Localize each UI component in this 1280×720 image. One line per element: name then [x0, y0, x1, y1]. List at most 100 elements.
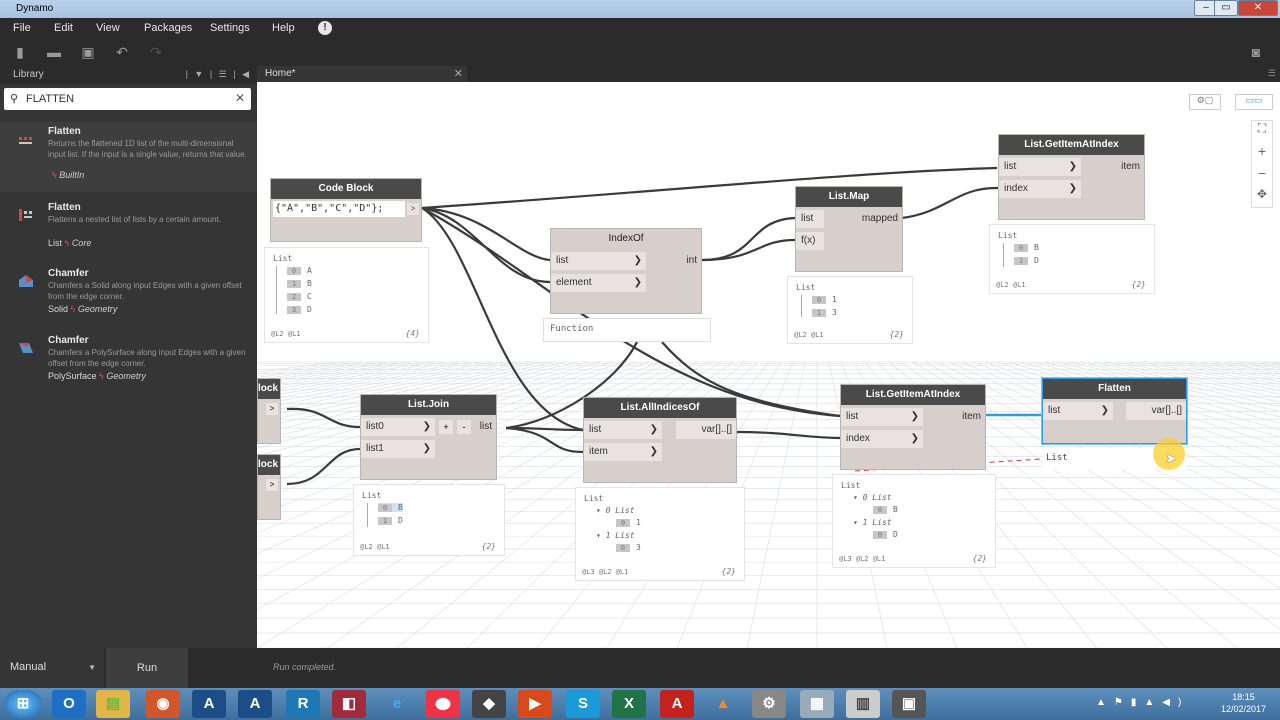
- input-port-list[interactable]: list ❯: [551, 252, 646, 270]
- remove-input-button[interactable]: -: [457, 420, 471, 434]
- app4-icon[interactable]: ▣: [892, 690, 926, 718]
- input-port-index[interactable]: index ❯: [841, 430, 923, 448]
- output-port[interactable]: >: [266, 403, 278, 415]
- redo-icon[interactable]: ↷: [148, 44, 164, 60]
- notification-icon[interactable]: !: [318, 21, 332, 35]
- input-port-element[interactable]: element ❯: [551, 274, 646, 292]
- search-result[interactable]: Flatten Flattens a nested list of lists …: [0, 202, 257, 262]
- app-icon[interactable]: ◧: [332, 690, 366, 718]
- zoom-fit-icon[interactable]: ⛶: [1252, 121, 1272, 143]
- clock[interactable]: 18:15 12/02/2017: [1221, 691, 1266, 715]
- output-port-mapped[interactable]: mapped: [842, 210, 902, 228]
- clock-time: 18:15: [1232, 692, 1255, 702]
- menu-packages[interactable]: Packages: [144, 22, 192, 34]
- output-port-item[interactable]: item: [935, 408, 985, 426]
- menu-file[interactable]: File: [13, 22, 31, 34]
- input-port-list[interactable]: list ❯: [584, 421, 662, 439]
- run-mode-select[interactable]: Manual ▼: [0, 648, 104, 688]
- revit2-icon[interactable]: A: [238, 690, 272, 718]
- library-header: Library | ▼ | ☰ | ◀: [0, 66, 257, 84]
- clear-search-icon[interactable]: ✕: [235, 91, 245, 105]
- node-index-of[interactable]: IndexOf list ❯ element ❯ int: [550, 228, 702, 314]
- input-port-item[interactable]: item ❯: [584, 443, 662, 461]
- code-editor[interactable]: {"A","B","C","D"};: [273, 201, 405, 217]
- input-port-list[interactable]: list: [796, 210, 824, 228]
- node-title: lock: [258, 379, 280, 399]
- file-explorer-icon[interactable]: ▤: [96, 690, 130, 718]
- run-button[interactable]: Run: [106, 648, 188, 688]
- node-get-item-at-index[interactable]: List.GetItemAtIndex list ❯ index ❯ item: [998, 134, 1145, 220]
- pan-icon[interactable]: ✥: [1252, 187, 1272, 209]
- input-port-list0[interactable]: list0 ❯: [361, 418, 435, 436]
- maximize-button[interactable]: ▭: [1214, 0, 1238, 16]
- input-port-fx[interactable]: f(x): [796, 232, 824, 250]
- preview-sublist: ▾ 0 List: [853, 493, 892, 502]
- node-all-indices-of[interactable]: List.AllIndicesOf list ❯ item ❯ var[]..[]: [583, 397, 737, 483]
- tab-home[interactable]: Home* ✕: [257, 66, 467, 82]
- zoom-in-icon[interactable]: +: [1252, 143, 1272, 165]
- acrobat-icon[interactable]: A: [660, 690, 694, 718]
- close-tab-icon[interactable]: ✕: [454, 67, 463, 80]
- open-file-icon[interactable]: ▬: [46, 44, 62, 60]
- input-port-list[interactable]: list ❯: [841, 408, 923, 426]
- menu-settings[interactable]: Settings: [210, 22, 250, 34]
- output-port-var[interactable]: var[]..[]: [676, 421, 736, 439]
- tab-menu-icon[interactable]: ☰: [1268, 68, 1276, 79]
- chrome-icon[interactable]: ●: [426, 690, 460, 718]
- input-port-index[interactable]: index ❯: [999, 180, 1081, 198]
- output-port[interactable]: >: [266, 479, 278, 491]
- search-result[interactable]: Chamfer Chamfers a Solid along input Edg…: [0, 268, 257, 328]
- node-code-block-partial[interactable]: lock >: [257, 454, 281, 520]
- undo-icon[interactable]: ↶: [114, 44, 130, 60]
- firefox-icon[interactable]: ◉: [146, 690, 180, 718]
- output-port-item[interactable]: item: [1094, 158, 1144, 176]
- node-list-join[interactable]: List.Join list0 ❯ list1 ❯ + - list: [360, 394, 497, 480]
- media-player-icon[interactable]: ▶: [518, 690, 552, 718]
- input-port-list1[interactable]: list1 ❯: [361, 440, 435, 458]
- close-window-button[interactable]: ✕: [1238, 0, 1278, 16]
- library-title: Library: [13, 69, 44, 80]
- input-port-list[interactable]: list ❯: [1043, 402, 1113, 420]
- camera-icon[interactable]: ◙: [1248, 44, 1264, 60]
- library-search[interactable]: ⚲ ✕: [4, 88, 251, 110]
- menu-help[interactable]: Help: [272, 22, 295, 34]
- node-flatten[interactable]: Flatten list ❯ var[]..[]: [1042, 378, 1187, 444]
- node-code-block[interactable]: Code Block {"A","B","C","D"}; >: [270, 178, 422, 242]
- preview-item: 1D: [378, 516, 403, 525]
- new-file-icon[interactable]: ▮: [12, 44, 28, 60]
- menu-edit[interactable]: Edit: [54, 22, 73, 34]
- ie-icon[interactable]: e: [380, 690, 414, 718]
- input-port-list[interactable]: list ❯: [999, 158, 1081, 176]
- add-input-button[interactable]: +: [439, 420, 453, 434]
- output-port-int[interactable]: int: [651, 252, 701, 270]
- settings-icon[interactable]: ⚙: [752, 690, 786, 718]
- preview-item: 0B: [1014, 243, 1039, 252]
- search-result[interactable]: Flatten Returns the flattened 1D list of…: [0, 122, 257, 192]
- revit-icon[interactable]: A: [192, 690, 226, 718]
- node-list-map[interactable]: List.Map list f(x) mapped: [795, 186, 903, 272]
- node-get-item-at-index[interactable]: List.GetItemAtIndex list ❯ index ❯ item: [840, 384, 986, 470]
- menu-view[interactable]: View: [96, 22, 120, 34]
- skype-icon[interactable]: S: [566, 690, 600, 718]
- node-code-block-partial[interactable]: lock >: [257, 378, 281, 444]
- outlook-icon[interactable]: O: [52, 690, 86, 718]
- graph-canvas[interactable]: Code Block {"A","B","C","D"}; > List 0A …: [257, 82, 1280, 648]
- output-port-var[interactable]: var[]..[]: [1126, 402, 1186, 420]
- library-filter-icons[interactable]: | ▼ | ☰ | ◀: [186, 69, 251, 80]
- zoom-out-icon[interactable]: −: [1252, 165, 1272, 187]
- save-icon[interactable]: ▣: [80, 44, 96, 60]
- app3-icon[interactable]: ▥: [846, 690, 880, 718]
- revit-r-icon[interactable]: R: [286, 690, 320, 718]
- graph-view-toggle[interactable]: ▭▭: [1235, 94, 1273, 110]
- excel-icon[interactable]: X: [612, 690, 646, 718]
- system-tray-icons[interactable]: ▲⚑▮▲◀): [1096, 697, 1189, 708]
- output-port[interactable]: >: [407, 203, 419, 215]
- search-result[interactable]: Chamfer Chamfers a PolySurface along inp…: [0, 335, 257, 395]
- search-input[interactable]: [26, 91, 226, 107]
- app2-icon[interactable]: ▦: [800, 690, 834, 718]
- start-button[interactable]: ⊞: [4, 690, 42, 718]
- geometry-view-toggle[interactable]: ⚙▢: [1189, 94, 1221, 110]
- output-port-list[interactable]: list: [472, 418, 496, 436]
- vlc-icon[interactable]: ▲: [706, 690, 740, 718]
- dynamo-icon[interactable]: ◆: [472, 690, 506, 718]
